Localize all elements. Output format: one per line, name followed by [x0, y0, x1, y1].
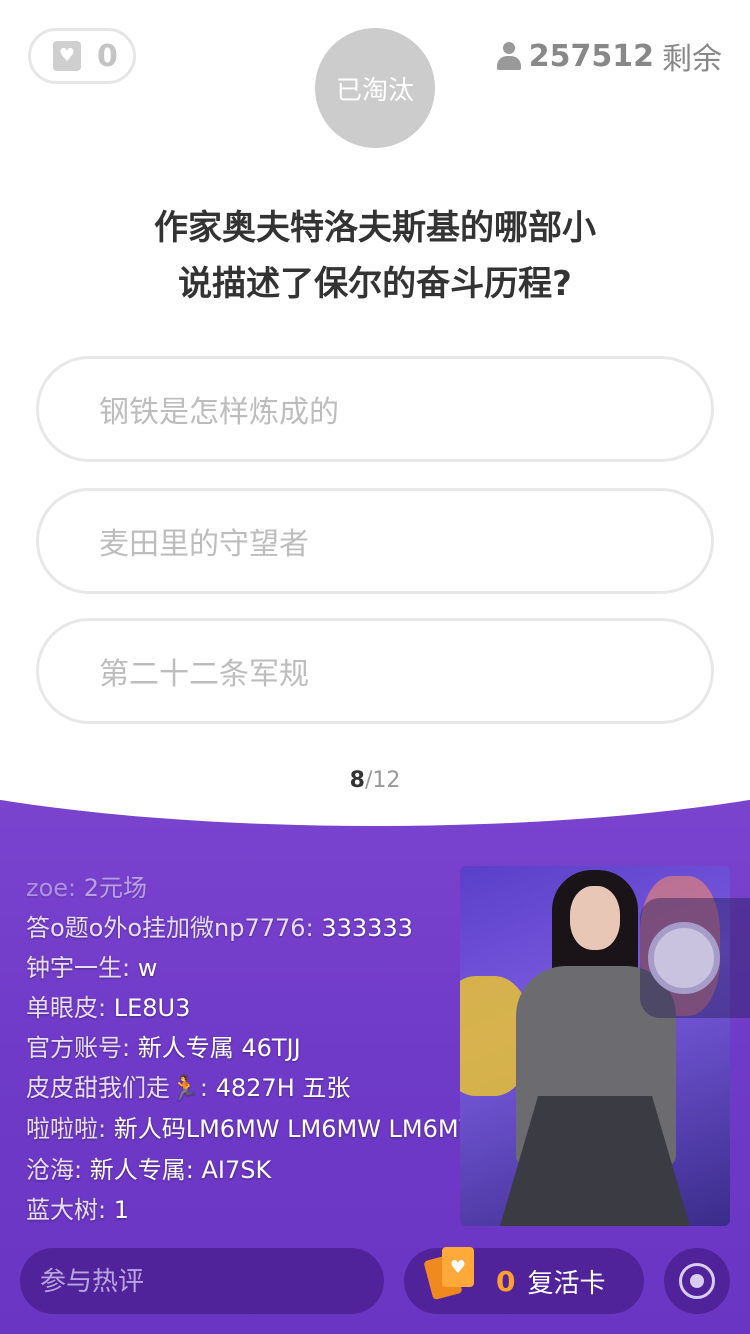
question-progress: 8/12 — [0, 768, 750, 793]
host-figure — [570, 886, 620, 950]
assistive-knob-icon — [648, 922, 720, 994]
eliminated-status: 已淘汰 — [315, 28, 435, 148]
progress-current: 8 — [349, 768, 365, 793]
answer-option-label: 麦田里的守望者 — [99, 527, 309, 562]
chat-text: 333333 — [321, 914, 413, 942]
chat-user: 沧海: — [26, 1156, 83, 1184]
answer-option-3[interactable]: 第二十二条军规 — [36, 618, 714, 724]
floating-assistive-button[interactable] — [640, 898, 750, 1018]
question-line-2: 说描述了保尔的奋斗历程? — [178, 264, 572, 304]
heart-card-icon: ♥ — [53, 41, 81, 71]
chat-user: 官方账号: — [26, 1034, 131, 1062]
question-line-1: 作家奥夫特洛夫斯基的哪部小 — [154, 208, 596, 248]
revive-card-icon: ♥ — [423, 1247, 484, 1303]
chat-user: 单眼皮: — [26, 994, 107, 1022]
answer-option-label: 第二十二条军规 — [99, 657, 309, 692]
person-icon — [496, 42, 521, 70]
remaining-suffix: 剩余 — [662, 42, 722, 77]
chat-text: 新人专属: AI7SK — [89, 1156, 272, 1184]
question-text: 作家奥夫特洛夫斯基的哪部小 说描述了保尔的奋斗历程? — [60, 200, 690, 312]
curve-divider — [0, 790, 750, 826]
chat-text: w — [137, 954, 158, 982]
lives-badge: ♥ 0 — [28, 28, 136, 84]
revive-label: 复活卡 — [527, 1268, 606, 1299]
chat-user: 蓝大树: — [26, 1196, 107, 1224]
chat-text: LE8U3 — [113, 994, 191, 1022]
chat-user: 钟宇一生: — [26, 954, 131, 982]
lives-count: 0 — [97, 38, 118, 74]
record-button[interactable] — [664, 1248, 730, 1314]
record-icon — [679, 1263, 715, 1299]
revive-card-button[interactable]: ♥ 0 复活卡 — [404, 1247, 644, 1314]
chat-user: 答o题o外o挂加微np7776: — [26, 914, 314, 942]
chat-user: 皮皮甜我们走🏃: — [26, 1074, 208, 1102]
progress-total: /12 — [364, 768, 401, 793]
comment-input[interactable] — [20, 1248, 384, 1314]
answer-option-1[interactable]: 钢铁是怎样炼成的 — [36, 356, 714, 462]
chat-text: 2元场 — [83, 874, 148, 902]
remaining-count: 257512 — [528, 38, 654, 74]
remaining-players: 257512 剩余 — [496, 36, 722, 77]
chat-user: 啦啦啦: — [26, 1115, 107, 1143]
answer-option-label: 钢铁是怎样炼成的 — [99, 395, 339, 430]
chat-user: zoe: — [26, 874, 77, 902]
answer-option-2[interactable]: 麦田里的守望者 — [36, 488, 714, 594]
chat-text: 1 — [113, 1196, 130, 1224]
chat-text: 新人专属 46TJJ — [137, 1034, 301, 1062]
revive-count: 0 — [496, 1264, 516, 1298]
chat-text: 4827H 五张 — [215, 1074, 351, 1102]
